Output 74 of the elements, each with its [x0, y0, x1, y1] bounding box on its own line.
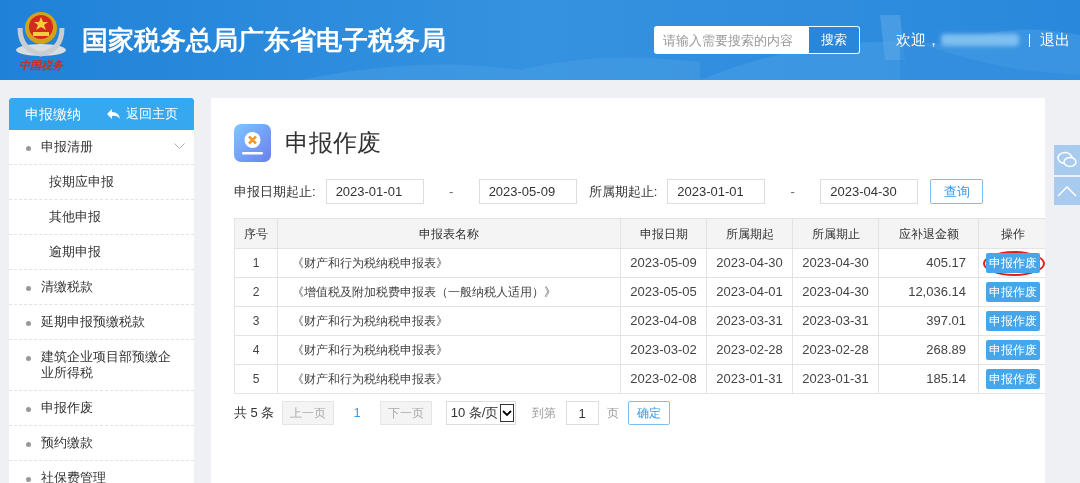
table-cell: 2023-02-28: [706, 335, 793, 365]
date-field[interactable]: 2023-05-09: [478, 179, 577, 204]
table-cell: 5: [234, 364, 278, 394]
total-count: 共 5 条: [234, 404, 275, 423]
range-dash: -: [447, 182, 455, 201]
wechat-button[interactable]: [1054, 145, 1080, 175]
table-cell: 2023-02-08: [620, 364, 707, 394]
table-cell: 2023-01-31: [706, 364, 793, 394]
column-header: 操作: [978, 218, 1045, 249]
search-button[interactable]: 搜索: [809, 27, 859, 53]
table-cell: 《财产和行为税纳税申报表》: [277, 306, 621, 336]
sidebar-item[interactable]: 按期应申报: [9, 165, 194, 200]
goto-label: 到第: [531, 405, 556, 422]
chat-bubbles-icon: [1057, 151, 1077, 169]
date-field[interactable]: 2023-04-30: [820, 179, 919, 204]
table-cell: 2023-04-30: [792, 277, 879, 307]
table-cell: 268.89: [878, 335, 979, 365]
document-cancel-icon: [234, 124, 271, 162]
table-cell: 397.01: [878, 306, 979, 336]
table-cell: 《财产和行为税纳税申报表》: [277, 335, 621, 365]
table-cell: 2023-05-05: [620, 277, 707, 307]
table-cell: 12,036.14: [878, 277, 979, 307]
filter-label: 所属期起止:: [588, 182, 658, 201]
sidebar-item[interactable]: 其他申报: [9, 200, 194, 235]
range-dash: -: [789, 182, 796, 201]
welcome-text: 欢迎，: [896, 29, 941, 50]
sidebar-item[interactable]: 申报作废: [9, 391, 194, 426]
table-cell: 185.14: [878, 364, 979, 394]
sidebar-item[interactable]: 预约缴款: [9, 426, 194, 461]
sidebar-item[interactable]: 逾期申报: [9, 235, 194, 270]
table-cell: 《财产和行为税纳税申报表》: [277, 248, 621, 278]
table-cell: 2023-05-09: [620, 248, 707, 278]
sidebar-title: 申报缴纳: [25, 104, 81, 124]
table-cell: 《增值税及附加税费申报表（一般纳税人适用）》: [277, 277, 621, 307]
table-cell: 3: [234, 306, 278, 336]
table-cell: 2023-04-30: [706, 248, 793, 278]
site-title: 国家税务总局广东省电子税务局: [82, 23, 446, 57]
column-header: 申报日期: [620, 218, 707, 249]
sidebar-item[interactable]: 申报清册: [9, 130, 194, 165]
table-cell: 2023-03-31: [706, 306, 793, 336]
column-header: 所属期止: [792, 218, 879, 249]
table-cell: 2023-03-31: [792, 306, 879, 336]
sidebar-item[interactable]: 延期申报预缴税款: [9, 305, 194, 340]
table-cell: 2: [234, 277, 278, 307]
dropdown-icon: [499, 404, 514, 422]
sidebar-item[interactable]: 建筑企业项目部预缴企业所得税: [9, 340, 194, 391]
page-unit-label: 页: [606, 405, 619, 422]
sidebar-item[interactable]: 社保费管理: [9, 461, 194, 483]
table-cell: 2023-01-31: [792, 364, 879, 394]
page-input[interactable]: 1: [565, 401, 599, 425]
filter-label: 申报日期起止:: [234, 182, 316, 201]
column-header: 序号: [234, 218, 278, 249]
sidebar-item[interactable]: 清缴税款: [9, 270, 194, 305]
logo-caption: 中国税务: [19, 60, 63, 72]
column-header: 所属期起: [706, 218, 793, 249]
search-field[interactable]: 请输入需要搜索的内容 搜索: [654, 26, 860, 54]
table-cell: 1: [234, 248, 278, 278]
back-arrow-icon: [107, 108, 120, 120]
table-cell: 405.17: [878, 248, 979, 278]
date-field[interactable]: 2023-01-01: [667, 179, 766, 204]
chevron-up-icon: [1057, 185, 1077, 197]
back-to-top-button[interactable]: [1054, 177, 1080, 205]
table-cell: 2023-03-02: [620, 335, 707, 365]
page-title: 申报作废: [285, 128, 381, 158]
date-field[interactable]: 2023-01-01: [325, 179, 424, 204]
table-cell: 2023-02-28: [792, 335, 879, 365]
table-cell: 2023-04-08: [620, 306, 707, 336]
table-cell: 4: [234, 335, 278, 365]
page-size-select[interactable]: 10 条/页: [445, 401, 516, 425]
table-cell: 2023-04-30: [792, 248, 879, 278]
table-cell: 2023-04-01: [706, 277, 793, 307]
table-cell: 《财产和行为税纳税申报表》: [277, 364, 621, 394]
column-header: 应补退金额: [878, 218, 979, 249]
column-header: 申报表名称: [277, 218, 621, 249]
